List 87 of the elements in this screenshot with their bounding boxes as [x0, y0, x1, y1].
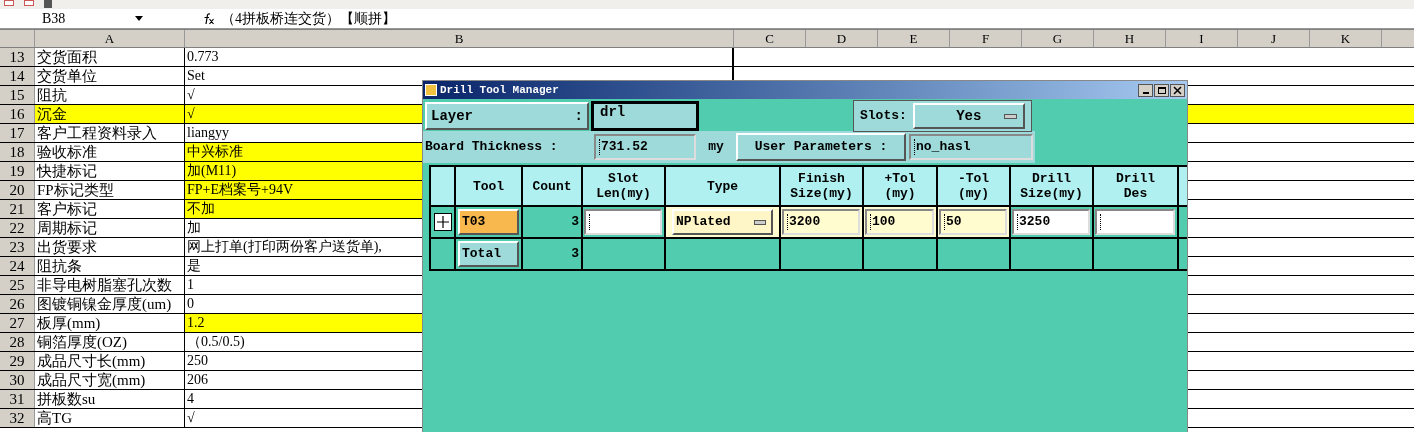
column-header[interactable]: C	[734, 30, 806, 47]
table-cell: 交货面积	[37, 49, 97, 65]
column-header[interactable]: F	[950, 30, 1022, 47]
table-cell: 板厚(mm)	[37, 315, 101, 331]
row-header[interactable]: 14	[0, 67, 35, 85]
input-field[interactable]: 50	[939, 209, 1007, 235]
slots-label: Slots:	[860, 107, 907, 126]
row-header[interactable]: 18	[0, 143, 35, 161]
dropdown-icon	[1003, 114, 1017, 119]
column-header: Tool	[456, 167, 523, 205]
column-header[interactable]: D	[806, 30, 878, 47]
row-header[interactable]: 24	[0, 257, 35, 275]
column-header: +Tol (my)	[864, 167, 938, 205]
input-field[interactable]: 3200	[782, 209, 860, 235]
row-header[interactable]: 25	[0, 276, 35, 294]
column-header[interactable]: G	[1022, 30, 1094, 47]
table-cell: 周期标记	[37, 220, 97, 236]
table-cell: 交货单位	[37, 68, 97, 84]
expand-icon[interactable]	[433, 213, 452, 231]
minimize-icon[interactable]	[1138, 83, 1153, 97]
column-header[interactable]: A	[35, 30, 185, 47]
table-cell: 客户标记	[37, 201, 97, 217]
layer-button[interactable]: Layer :	[425, 102, 589, 130]
column-header[interactable]: H	[1094, 30, 1166, 47]
row-header[interactable]: 30	[0, 371, 35, 389]
table-cell: FP标记类型	[37, 182, 114, 198]
slots-dropdown[interactable]: Yes	[912, 103, 1025, 129]
input-field[interactable]: 100	[865, 209, 934, 235]
table-cell: 阻抗	[37, 87, 67, 103]
name-box[interactable]: B38	[0, 9, 135, 28]
table-cell: 高TG	[37, 410, 72, 426]
input-field[interactable]: 731.52	[594, 134, 696, 160]
input-field[interactable]	[584, 209, 662, 235]
column-header: Drill Des	[1094, 167, 1179, 205]
user-parameters-button[interactable]: User Parameters :	[736, 133, 906, 161]
row-header[interactable]: 20	[0, 181, 35, 199]
row-header[interactable]: 22	[0, 219, 35, 237]
type-dropdown[interactable]: NPlated	[672, 209, 773, 235]
table-cell: 0.773	[185, 48, 734, 66]
input-field[interactable]: no_hasl	[909, 134, 1033, 160]
column-header[interactable]: I	[1166, 30, 1238, 47]
column-header[interactable]: B	[185, 30, 734, 47]
column-header: Finish Size(my)	[781, 167, 864, 205]
table-cell: 客户工程资料录入	[37, 125, 157, 141]
table-cell: 拼板数su	[37, 391, 96, 407]
table-cell: 成品尺寸宽(mm)	[37, 372, 146, 388]
row-header[interactable]: 13	[0, 48, 35, 66]
row-header[interactable]: 23	[0, 238, 35, 256]
column-header: Count	[523, 167, 583, 205]
input-field[interactable]	[1095, 209, 1175, 235]
row-header[interactable]: 32	[0, 409, 35, 427]
app-icon	[425, 84, 437, 96]
row-header[interactable]: 15	[0, 86, 35, 104]
close-icon[interactable]	[1170, 83, 1185, 97]
table-cell: 铜箔厚度(OZ)	[37, 334, 127, 350]
formula-text: （4拼板桥连交货）【顺拼】	[221, 10, 396, 28]
column-header[interactable]: E	[878, 30, 950, 47]
table-cell: 图镀铜镍金厚度(um)	[37, 296, 172, 312]
row-header[interactable]: 19	[0, 162, 35, 180]
row-header[interactable]: 26	[0, 295, 35, 313]
tool-button[interactable]: T03	[458, 209, 519, 235]
column-header: Type	[666, 167, 781, 205]
table-cell: 成品尺寸长(mm)	[37, 353, 146, 369]
row-header[interactable]: 17	[0, 124, 35, 142]
row-header[interactable]: 27	[0, 314, 35, 332]
row-header[interactable]: 29	[0, 352, 35, 370]
maximize-icon[interactable]	[1154, 83, 1169, 97]
total-button[interactable]: Total	[458, 241, 519, 267]
row-header[interactable]: 28	[0, 333, 35, 351]
dropdown-icon	[754, 220, 766, 225]
table-cell: 出货要求	[37, 239, 97, 255]
column-header: Slot Len(my)	[583, 167, 666, 205]
dropdown-icon[interactable]	[135, 16, 143, 21]
table-cell: 沉金	[37, 106, 67, 122]
column-header[interactable]: K	[1310, 30, 1382, 47]
table-cell: 验收标准	[37, 144, 97, 160]
table-cell: 非导电树脂塞孔次数	[37, 277, 172, 293]
row-header[interactable]: 31	[0, 390, 35, 408]
table-cell: 快捷标记	[37, 163, 97, 179]
column-header: -Tol (my)	[938, 167, 1011, 205]
column-header: Drill Size(my)	[1011, 167, 1094, 205]
layer-field[interactable]: drl	[591, 101, 699, 131]
row-header[interactable]: 21	[0, 200, 35, 218]
input-field[interactable]: 3250	[1012, 209, 1090, 235]
table-cell: 阻抗条	[37, 258, 82, 274]
column-header[interactable]: J	[1238, 30, 1310, 47]
row-header[interactable]: 16	[0, 105, 35, 123]
